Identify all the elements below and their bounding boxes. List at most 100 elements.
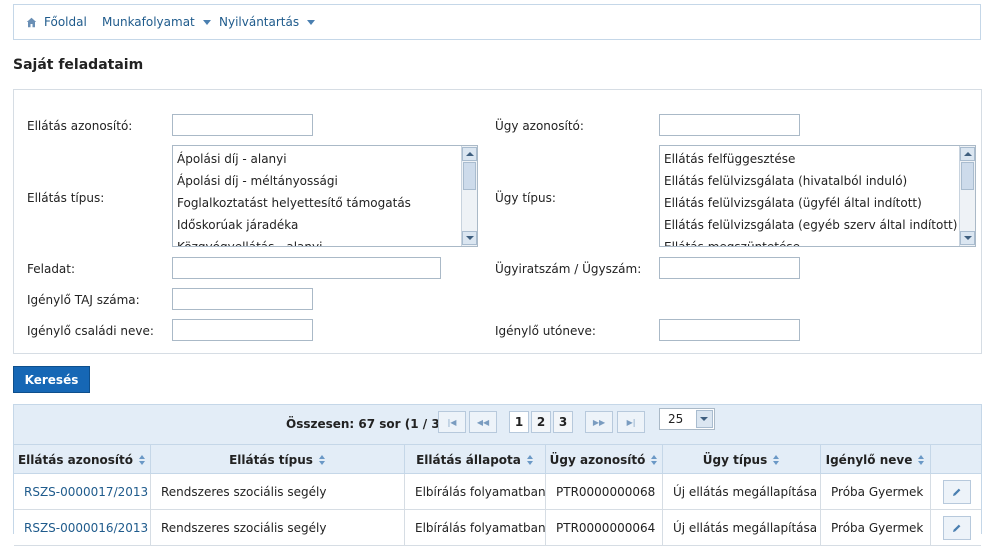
ugy-azonosito-input[interactable] [659, 114, 800, 136]
results-grid: Összesen: 67 sor (1 / 3) |◀ ◀◀ 1 2 3 ▶▶ … [13, 404, 982, 546]
cell-ugy-azonosito: PTR0000000064 [546, 510, 663, 545]
cell-igenylo-neve: Próba Gyermek [821, 510, 931, 545]
ellatas-azonosito-input[interactable] [172, 114, 313, 136]
pager-total: Összesen: 67 sor (1 / 3) [286, 417, 446, 431]
page-title: Saját feladataim [13, 57, 144, 73]
edit-button[interactable] [943, 515, 971, 540]
column-header-ellatas-tipus[interactable]: Ellátás típus [151, 445, 405, 474]
top-nav: Főoldal Munkafolyamat Nyilvántartás [13, 4, 981, 40]
cell-ellatas-tipus: Rendszeres szociális segély [151, 474, 405, 509]
search-button[interactable]: Keresés [13, 366, 90, 393]
cell-ellatas-allapota: Elbírálás folyamatban [405, 474, 546, 509]
list-item[interactable]: Időskorúak járadéka [173, 216, 460, 238]
header-label: Ellátás állapota [416, 452, 521, 467]
list-item[interactable]: Ellátás felülvizsgálata (hivatalból indu… [660, 172, 958, 194]
list-item[interactable]: Ápolási díj - méltányossági [173, 172, 460, 194]
csaladi-nev-label: Igénylő családi neve: [27, 324, 154, 338]
list-item[interactable]: Ellátás felülvizsgálata (ügyfél által in… [660, 194, 958, 216]
cell-ugy-azonosito: PTR0000000068 [546, 474, 663, 509]
chevron-down-icon [202, 20, 211, 25]
chevron-down-icon [307, 20, 316, 25]
utonev-input[interactable] [659, 319, 800, 341]
table-header: Ellátás azonosító Ellátás típus Ellátás … [14, 445, 981, 474]
list-item[interactable]: Ápolási díj - alanyi [173, 150, 460, 172]
header-label: Ellátás azonosító [17, 452, 134, 467]
feladat-input[interactable] [172, 257, 441, 279]
listbox-scrollbar[interactable] [959, 146, 975, 246]
sort-icon [526, 454, 534, 465]
taj-input[interactable] [172, 288, 313, 310]
list-item[interactable]: Ellátás megszüntetése [660, 238, 958, 246]
page-button-3[interactable]: 3 [553, 411, 573, 433]
listbox-scrollbar[interactable] [461, 146, 477, 246]
column-header-ugy-tipus[interactable]: Ügy típus [663, 445, 821, 474]
scroll-thumb[interactable] [961, 162, 974, 190]
page-button-1[interactable]: 1 [509, 411, 529, 433]
cell-ellatas-azonosito-link[interactable]: RSZS-0000016/2013 [14, 510, 151, 545]
csaladi-nev-input[interactable] [172, 319, 313, 341]
column-header-ellatas-allapota[interactable]: Ellátás állapota [405, 445, 546, 474]
sort-icon [651, 454, 658, 465]
ugyiratszam-label: Ügyiratszám / Ügyszám: [495, 262, 642, 276]
ugyiratszam-input[interactable] [659, 257, 800, 279]
list-item[interactable]: Ellátás felfüggesztése [660, 150, 958, 172]
column-header-ellatas-azonosito[interactable]: Ellátás azonosító [14, 445, 151, 474]
column-header-ugy-azonosito[interactable]: Ügy azonosító [546, 445, 663, 474]
scroll-up-icon[interactable] [960, 147, 975, 161]
nav-home[interactable]: Főoldal [26, 15, 87, 29]
nav-workflow-menu[interactable]: Munkafolyamat [102, 15, 211, 29]
list-item[interactable]: Ellátás felülvizsgálata (egyéb szerv ált… [660, 216, 958, 238]
edit-button[interactable] [943, 479, 971, 504]
header-label: Ügy típus [702, 452, 768, 467]
utonev-label: Igénylő utóneve: [495, 324, 596, 338]
taj-label: Igénylő TAJ száma: [27, 293, 140, 307]
cell-ellatas-tipus: Rendszeres szociális segély [151, 510, 405, 545]
cell-ellatas-allapota: Elbírálás folyamatban [405, 510, 546, 545]
nav-workflow-label: Munkafolyamat [102, 15, 195, 29]
scroll-down-icon[interactable] [462, 231, 477, 245]
sort-icon [918, 454, 925, 465]
cell-actions [931, 474, 983, 509]
next-page-icon[interactable]: ▶▶ [585, 411, 613, 433]
header-label: Ügy azonosító [549, 452, 646, 467]
ellatas-tipus-listbox[interactable]: Ápolási díj - alanyi Ápolási díj - méltá… [172, 145, 478, 247]
scroll-down-icon[interactable] [960, 231, 975, 245]
cell-ellatas-azonosito-link[interactable]: RSZS-0000017/2013 [14, 474, 151, 509]
ugy-tipus-label: Ügy típus: [495, 191, 556, 205]
pencil-icon [953, 524, 961, 532]
nav-registry-menu[interactable]: Nyilvántartás [219, 15, 316, 29]
sort-icon [139, 454, 146, 465]
column-header-igenylo-neve[interactable]: Igénylő neve [821, 445, 931, 474]
page-size-select[interactable]: 25 [659, 408, 715, 430]
ugy-tipus-listbox[interactable]: Ellátás felfüggesztése Ellátás felülvizs… [659, 145, 976, 247]
table-row: RSZS-0000017/2013 Rendszeres szociális s… [14, 474, 981, 510]
header-label: Ellátás típus [229, 452, 313, 467]
pager: Összesen: 67 sor (1 / 3) |◀ ◀◀ 1 2 3 ▶▶ … [14, 405, 981, 445]
cell-ugy-tipus: Új ellátás megállapítása [663, 510, 821, 545]
prev-page-icon[interactable]: ◀◀ [469, 411, 497, 433]
list-item[interactable]: Foglalkoztatást helyettesítő támogatás [173, 194, 460, 216]
ugy-azonosito-label: Ügy azonosító: [495, 119, 584, 133]
ellatas-tipus-label: Ellátás típus: [27, 191, 105, 205]
search-form: Ellátás azonosító: Ügy azonosító: Ellátá… [13, 89, 982, 354]
page-button-2[interactable]: 2 [531, 411, 551, 433]
sort-icon [773, 454, 780, 465]
header-label: Igénylő neve [825, 452, 913, 467]
cell-actions [931, 510, 983, 545]
chevron-down-icon[interactable] [696, 410, 713, 428]
cell-igenylo-neve: Próba Gyermek [821, 474, 931, 509]
sort-icon [318, 454, 326, 465]
page-size-value: 25 [668, 412, 684, 426]
column-header-actions [931, 445, 983, 474]
scroll-thumb[interactable] [463, 162, 476, 190]
list-item[interactable]: Közgyógyellátás - alanyi [173, 238, 460, 246]
last-page-icon[interactable]: ▶| [617, 411, 645, 433]
feladat-label: Feladat: [27, 262, 76, 276]
nav-home-label: Főoldal [44, 15, 87, 29]
ellatas-azonosito-label: Ellátás azonosító: [27, 119, 133, 133]
nav-registry-label: Nyilvántartás [219, 15, 300, 29]
home-icon [26, 17, 37, 27]
table-row: RSZS-0000016/2013 Rendszeres szociális s… [14, 510, 981, 546]
scroll-up-icon[interactable] [462, 147, 477, 161]
first-page-icon[interactable]: |◀ [438, 411, 466, 433]
